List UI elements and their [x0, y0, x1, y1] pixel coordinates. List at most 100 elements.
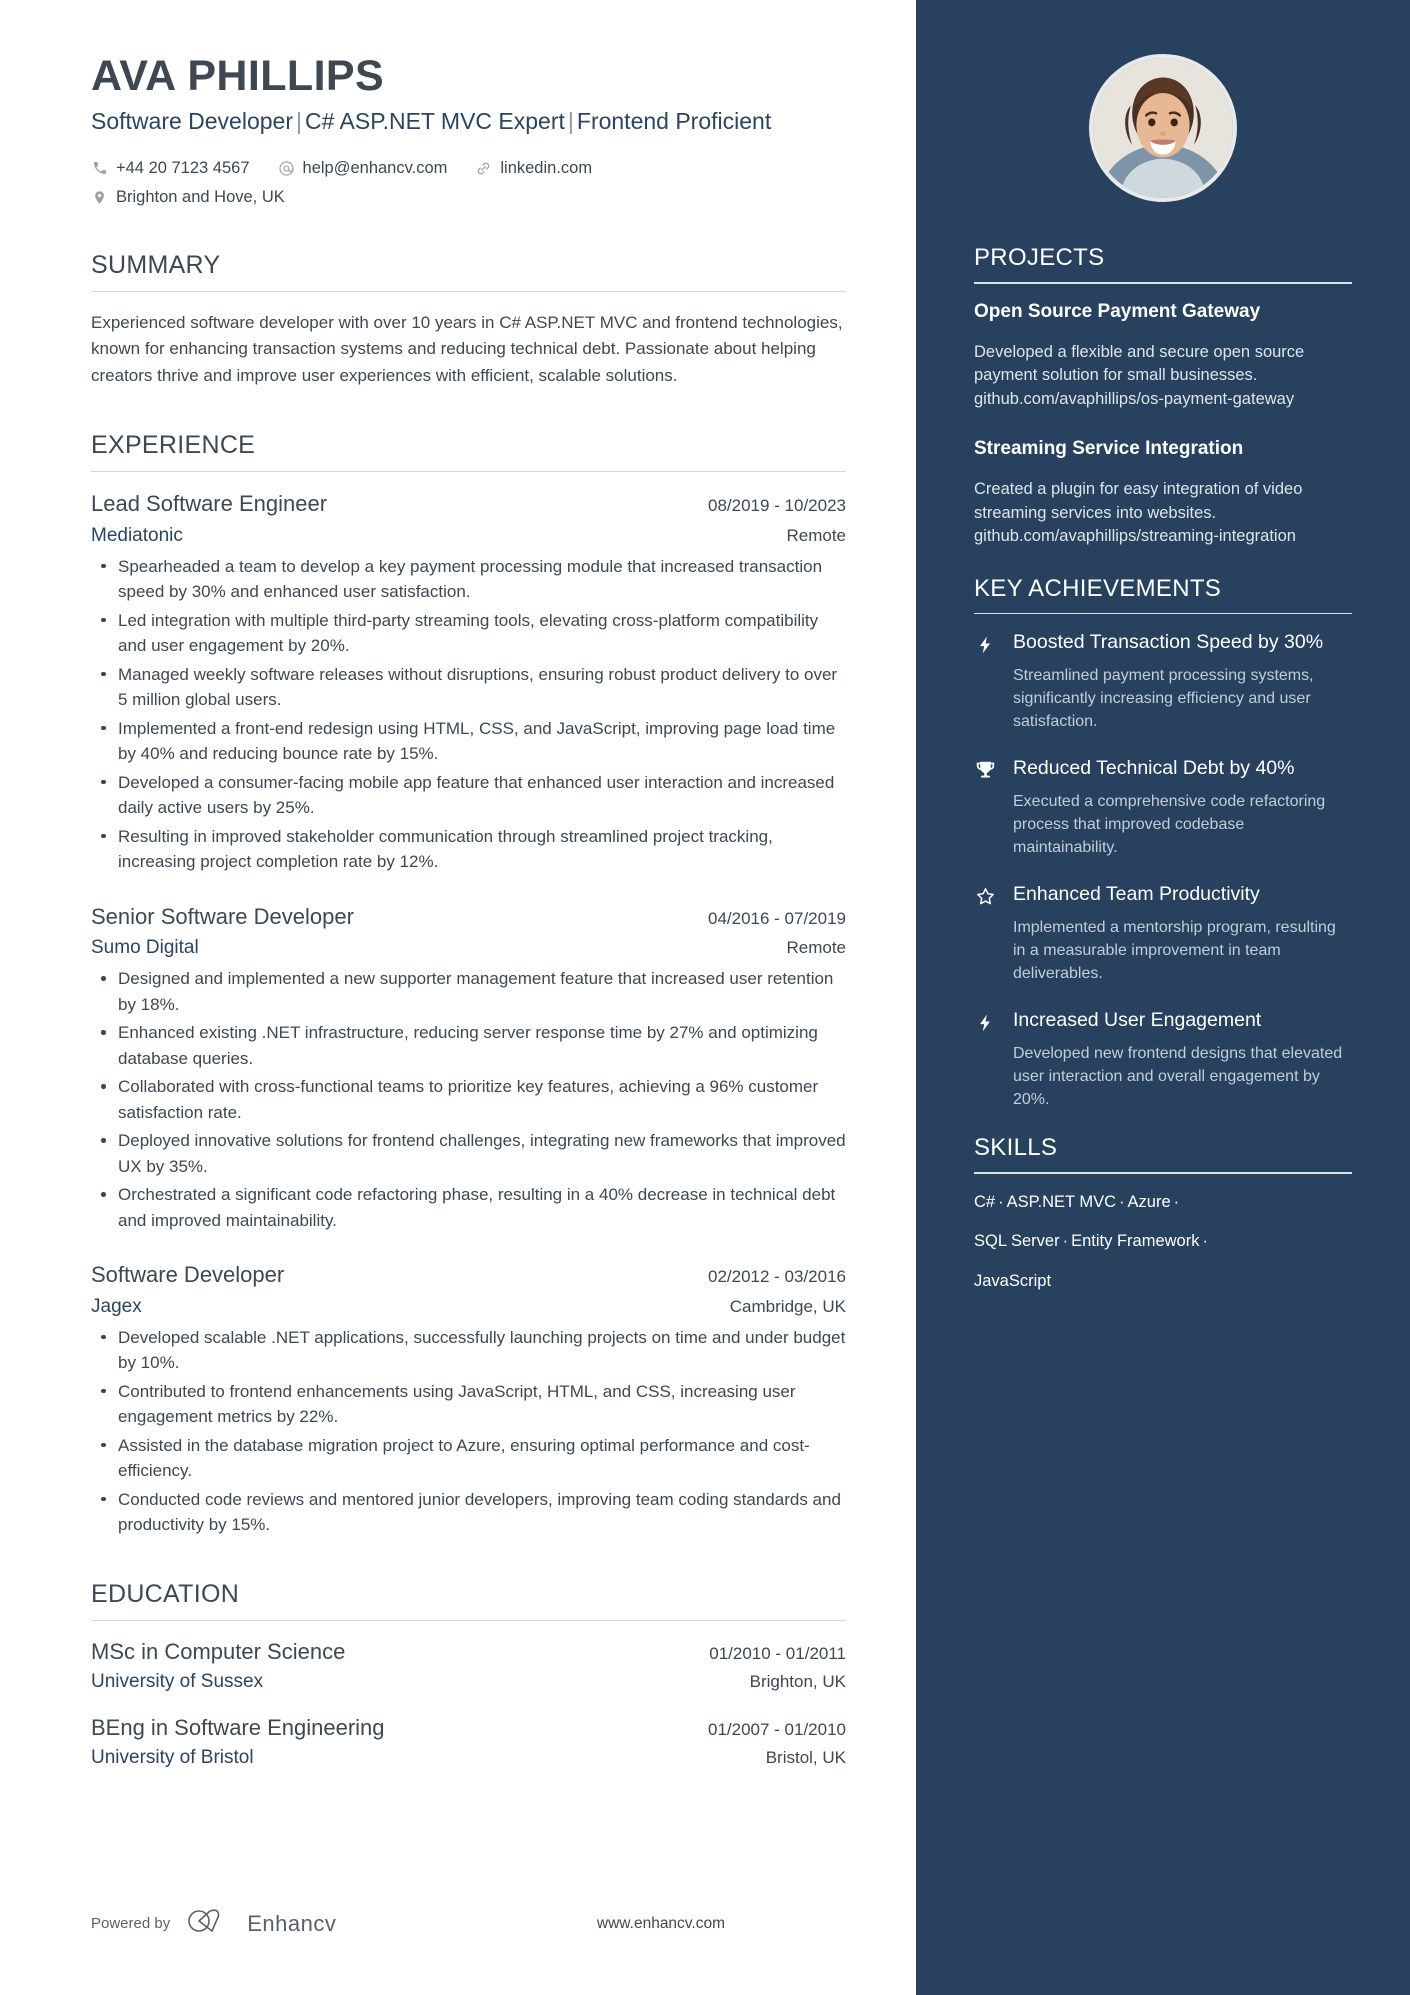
headline-separator-1: |: [296, 108, 302, 135]
avatar-photo-icon: [1093, 58, 1233, 198]
projects-divider: [974, 282, 1352, 284]
achievements-heading: KEY ACHIEVEMENTS: [974, 574, 1222, 602]
project-description: Created a plugin for easy integration of…: [974, 480, 1303, 546]
experience-title-row: Senior Software Developer 04/2016 - 07/20…: [91, 903, 846, 932]
contact-email[interactable]: help@enhancv.com: [278, 157, 448, 180]
experience-bullets: Designed and implemented a new supporter…: [91, 966, 846, 1233]
job-date-range: 02/2012 - 03/2016: [707, 1267, 846, 1287]
skills-list: C# · ASP.NET MVC · Azure · SQL Server · Entity F…: [974, 1190, 1352, 1295]
job-location: Cambridge, UK: [729, 1296, 846, 1316]
link-icon: [475, 160, 492, 177]
skill-separator: ·: [1119, 1192, 1125, 1211]
experience-bullet: Deployed innovative solutions for fronte…: [91, 1128, 846, 1179]
experience-bullet: Orchestrated a significant code refactor…: [91, 1182, 846, 1233]
skill-separator: ·: [1202, 1232, 1208, 1251]
education-item: BEng in Software Engineering 01/2007 - 01…: [91, 1715, 846, 1769]
education-school: University of Sussex: [91, 1670, 264, 1692]
achievement-body: Boosted Transaction Speed by 30% Streamli…: [1013, 630, 1352, 733]
lightning-bolt-icon: [974, 630, 996, 733]
enhancv-logo-icon: [186, 1908, 236, 1939]
projects-section: PROJECTS Open Source Payment Gateway Deve…: [974, 244, 1352, 549]
experience-bullet: Spearheaded a team to develop a key paym…: [91, 554, 846, 605]
education-date-range: 01/2010 - 01/2011: [709, 1643, 846, 1663]
website-url[interactable]: www.enhancv.com: [597, 1915, 725, 1933]
summary-section: SUMMARY Experienced software developer w…: [91, 251, 846, 389]
education-degree: BEng in Software Engineering: [91, 1714, 385, 1740]
candidate-headline: Software Developer | C# ASP.NET MVC Expert…: [91, 106, 846, 137]
achievement-body: Reduced Technical Debt by 40% Executed a …: [1013, 756, 1352, 859]
skill-line: SQL Server · Entity Framework ·: [974, 1229, 1352, 1255]
job-date-range: 04/2016 - 07/2019: [707, 908, 846, 928]
experience-bullet: Designed and implemented a new supporter…: [91, 966, 846, 1017]
skill-tag: ASP.NET MVC: [1006, 1192, 1117, 1211]
education-degree: MSc in Computer Science: [91, 1638, 346, 1664]
page-footer: Powered by Enhancv www.enhancv.com: [91, 1908, 725, 1939]
experience-bullet: Enhanced existing .NET infrastructure, r…: [91, 1020, 846, 1071]
powered-by-label: Powered by: [91, 1915, 171, 1932]
achievements-divider: [974, 612, 1352, 615]
skills-section: SKILLS C# · ASP.NET MVC · Azure · SQL Server · E…: [974, 1134, 1352, 1294]
avatar-container: [974, 0, 1352, 244]
headline-part-2: C# ASP.NET MVC Expert: [304, 108, 565, 135]
experience-company-row: Jagex Cambridge, UK: [91, 1296, 846, 1318]
summary-heading: SUMMARY: [91, 250, 221, 279]
contact-block: +44 20 7123 4567 help@enhancv.com linked…: [91, 157, 846, 209]
projects-list: Open Source Payment Gateway Developed a f…: [974, 300, 1352, 549]
job-company: Mediatonic: [91, 524, 183, 546]
job-company: Jagex: [91, 1295, 142, 1317]
skill-line: JavaScript: [974, 1269, 1352, 1295]
contact-phone[interactable]: +44 20 7123 4567: [91, 157, 250, 180]
achievement-title: Boosted Transaction Speed by 30%: [1013, 631, 1324, 654]
enhancv-brand: Enhancv: [186, 1908, 336, 1939]
powered-by-block: Powered by Enhancv: [91, 1908, 336, 1939]
contact-linkedin-text: linkedin.com: [500, 158, 593, 177]
job-title: Lead Software Engineer: [91, 490, 328, 516]
lightning-bolt-icon: [974, 1008, 996, 1111]
experience-item: Software Developer 02/2012 - 03/2016 Jagex…: [91, 1261, 846, 1538]
achievement-description: Implemented a mentorship program, result…: [1013, 919, 1336, 983]
experience-item: Lead Software Engineer 08/2019 - 10/2023 M…: [91, 490, 846, 875]
contact-location: Brighton and Hove, UK: [91, 186, 285, 209]
experience-company-row: Sumo Digital Remote: [91, 937, 846, 959]
education-school-row: University of Sussex Brighton, UK: [91, 1671, 846, 1693]
contact-linkedin[interactable]: linkedin.com: [475, 157, 592, 180]
experience-bullets: Spearheaded a team to develop a key paym…: [91, 554, 846, 875]
achievement-item: Reduced Technical Debt by 40% Executed a …: [974, 756, 1352, 859]
achievement-title: Enhanced Team Productivity: [1013, 883, 1260, 906]
education-location: Brighton, UK: [749, 1671, 846, 1691]
job-title: Software Developer: [91, 1262, 285, 1288]
experience-bullet: Conducted code reviews and mentored juni…: [91, 1487, 846, 1538]
experience-heading: EXPERIENCE: [91, 430, 256, 459]
achievement-title: Increased User Engagement: [1013, 1009, 1262, 1032]
skill-tag: Azure: [1127, 1192, 1171, 1211]
main-column: AVA PHILLIPS Software Developer | C# ASP.N…: [0, 0, 916, 1995]
skill-line: C# · ASP.NET MVC · Azure ·: [974, 1190, 1352, 1216]
achievement-description: Executed a comprehensive code refactorin…: [1013, 793, 1326, 857]
experience-bullet: Assisted in the database migration proje…: [91, 1433, 846, 1484]
headline-part-1: Software Developer: [91, 108, 293, 135]
experience-section: EXPERIENCE Lead Software Engineer 08/2019…: [91, 431, 846, 1538]
experience-bullet: Developed scalable .NET applications, su…: [91, 1325, 846, 1376]
education-section: EDUCATION MSc in Computer Science 01/2010…: [91, 1580, 846, 1769]
email-icon: [278, 160, 295, 177]
achievement-item: Enhanced Team Productivity Implemented a …: [974, 882, 1352, 985]
contact-email-text: help@enhancv.com: [302, 158, 448, 177]
skill-tag: SQL Server: [974, 1232, 1060, 1251]
job-title: Senior Software Developer: [91, 903, 354, 929]
skill-separator: ·: [1173, 1192, 1180, 1211]
job-location: Remote: [786, 525, 846, 545]
sidebar: PROJECTS Open Source Payment Gateway Deve…: [916, 0, 1410, 1995]
job-company: Sumo Digital: [91, 937, 199, 959]
project-name: Streaming Service Integration: [974, 438, 1244, 460]
achievement-title: Reduced Technical Debt by 40%: [1013, 757, 1295, 780]
trophy-icon: [974, 756, 996, 859]
star-icon: [974, 882, 996, 985]
headline-separator-2: |: [567, 108, 574, 135]
experience-bullet: Collaborated with cross-functional teams…: [91, 1074, 846, 1125]
location-pin-icon: [91, 189, 108, 206]
education-location: Bristol, UK: [765, 1747, 846, 1767]
education-list: MSc in Computer Science 01/2010 - 01/2011…: [91, 1639, 846, 1769]
skills-heading: SKILLS: [974, 1134, 1058, 1162]
experience-bullet: Led integration with multiple third-part…: [91, 608, 846, 659]
contact-phone-text: +44 20 7123 4567: [116, 158, 250, 177]
